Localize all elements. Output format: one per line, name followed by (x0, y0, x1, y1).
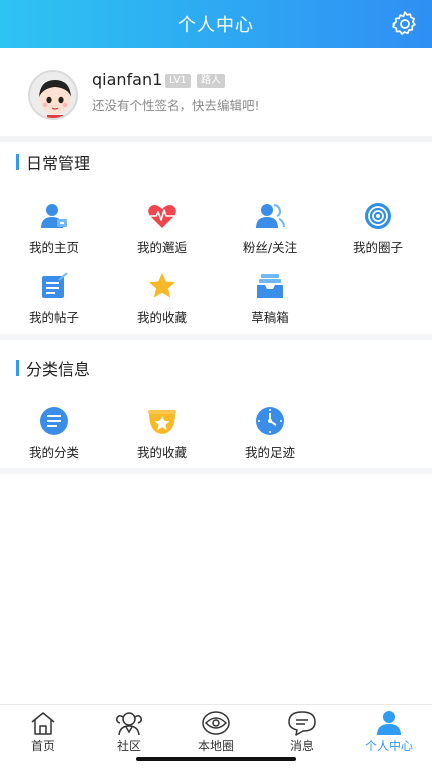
grid-item-my-categories[interactable]: 我的分类 (0, 405, 108, 469)
level-badge: LV1 (165, 74, 191, 88)
grid-label: 粉丝/关注 (242, 240, 298, 255)
section-title: 分类信息 (26, 360, 91, 379)
category-list-icon (38, 405, 70, 437)
tab-label: 消息 (289, 739, 314, 753)
section-title: 日常管理 (26, 154, 91, 173)
tab-label: 社区 (116, 739, 141, 753)
grid-item-my-posts[interactable]: 我的帖子 (0, 270, 108, 334)
star-bowl-icon (146, 405, 178, 437)
tab-label: 本地圈 (197, 739, 234, 753)
circle-target-icon (362, 200, 394, 232)
daily-section-header: 日常管理 (16, 150, 90, 174)
grid-label: 我的邂逅 (136, 240, 187, 255)
grid-item-my-circles[interactable]: 我的圈子 (324, 200, 432, 264)
page-title: 个人中心 (178, 15, 254, 36)
grid-label: 草稿箱 (251, 310, 289, 325)
gear-icon (392, 11, 416, 35)
username: qianfan1 (92, 70, 163, 89)
profile-card[interactable]: qianfan1 LV1 路人 还没有个性签名，快去编辑吧! (0, 48, 432, 136)
role-badge: 路人 (197, 74, 225, 88)
community-icon (114, 710, 144, 736)
header-bar: 个人中心 (0, 0, 432, 48)
grid-item-drafts[interactable]: 草稿箱 (216, 270, 324, 334)
tab-community[interactable]: 社区 (86, 705, 172, 755)
signature-text[interactable]: 还没有个性签名，快去编辑吧! (92, 95, 260, 114)
grid-item-my-homepage[interactable]: 我的主页 (0, 200, 108, 264)
tab-label: 个人中心 (364, 739, 413, 753)
tab-local-circle[interactable]: 本地圈 (173, 705, 259, 755)
settings-button[interactable] (388, 7, 422, 41)
local-eye-icon (201, 710, 231, 736)
category-section-header: 分类信息 (16, 356, 90, 380)
grid-label: 我的圈子 (352, 240, 403, 255)
grid-label: 我的主页 (28, 240, 79, 255)
star-icon (146, 270, 178, 302)
drafts-tray-icon (254, 270, 286, 302)
heart-pulse-icon (146, 200, 178, 232)
section-accent-bar (16, 154, 19, 170)
grid-item-my-encounters[interactable]: 我的邂逅 (108, 200, 216, 264)
section-accent-bar (16, 360, 19, 376)
grid-label: 我的足迹 (244, 445, 295, 460)
section-divider (0, 136, 432, 142)
tab-profile[interactable]: 个人中心 (346, 705, 432, 755)
grid-label: 我的分类 (28, 445, 79, 460)
message-icon (287, 710, 317, 736)
clock-icon (254, 405, 286, 437)
user-home-icon (38, 200, 70, 232)
followers-icon (254, 200, 286, 232)
grid-item-category-favorites[interactable]: 我的收藏 (108, 405, 216, 469)
grid-label: 我的收藏 (136, 310, 187, 325)
avatar[interactable] (28, 70, 78, 120)
home-icon (28, 710, 58, 736)
grid-item-followers[interactable]: 粉丝/关注 (216, 200, 324, 264)
grid-item-my-footprints[interactable]: 我的足迹 (216, 405, 324, 469)
post-edit-icon (38, 270, 70, 302)
tab-messages[interactable]: 消息 (259, 705, 345, 755)
profile-icon (374, 710, 404, 736)
home-indicator (136, 757, 296, 761)
grid-label: 我的收藏 (136, 445, 187, 460)
section-divider (0, 468, 432, 474)
grid-label: 我的帖子 (28, 310, 79, 325)
grid-item-my-favorites[interactable]: 我的收藏 (108, 270, 216, 334)
tab-label: 首页 (30, 739, 55, 753)
tab-home[interactable]: 首页 (0, 705, 86, 755)
section-divider (0, 334, 432, 340)
